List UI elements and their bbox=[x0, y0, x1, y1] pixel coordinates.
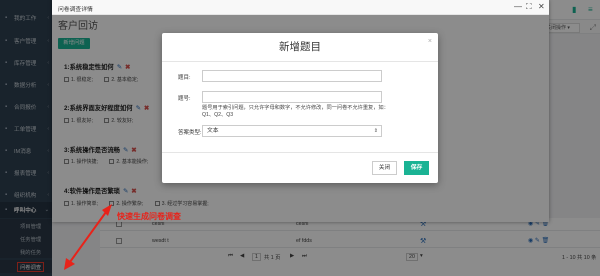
chevron-down-icon: ⇕ bbox=[373, 128, 378, 134]
answer-type-select[interactable]: 文本 ⇕ bbox=[202, 125, 382, 137]
dialog-footer-divider bbox=[162, 152, 438, 153]
question-code-input[interactable] bbox=[202, 91, 382, 103]
close-icon[interactable]: × bbox=[428, 38, 432, 45]
answer-type-value: 文本 bbox=[207, 128, 219, 134]
close-button[interactable]: 关闭 bbox=[372, 161, 397, 175]
dialog-divider bbox=[162, 61, 438, 62]
question-code-label: 题号: bbox=[178, 96, 191, 102]
add-question-dialog: 新增题目 × 题目: 题号: 题号用于索引问题，只允许字母和数字，不允许修改，同… bbox=[162, 33, 438, 183]
topic-label: 题目: bbox=[178, 75, 191, 81]
question-code-help: 题号用于索引问题，只允许字母和数字，不允许修改，同一问卷不允许重复，如：Q1、Q… bbox=[202, 105, 389, 118]
save-button[interactable]: 保存 bbox=[404, 161, 429, 175]
topic-input[interactable] bbox=[202, 70, 382, 82]
dialog-title: 新增题目 bbox=[279, 41, 321, 53]
answer-type-label: 答案类型: bbox=[178, 130, 202, 136]
annotation-label: 快速生成问卷调查 bbox=[117, 212, 181, 221]
